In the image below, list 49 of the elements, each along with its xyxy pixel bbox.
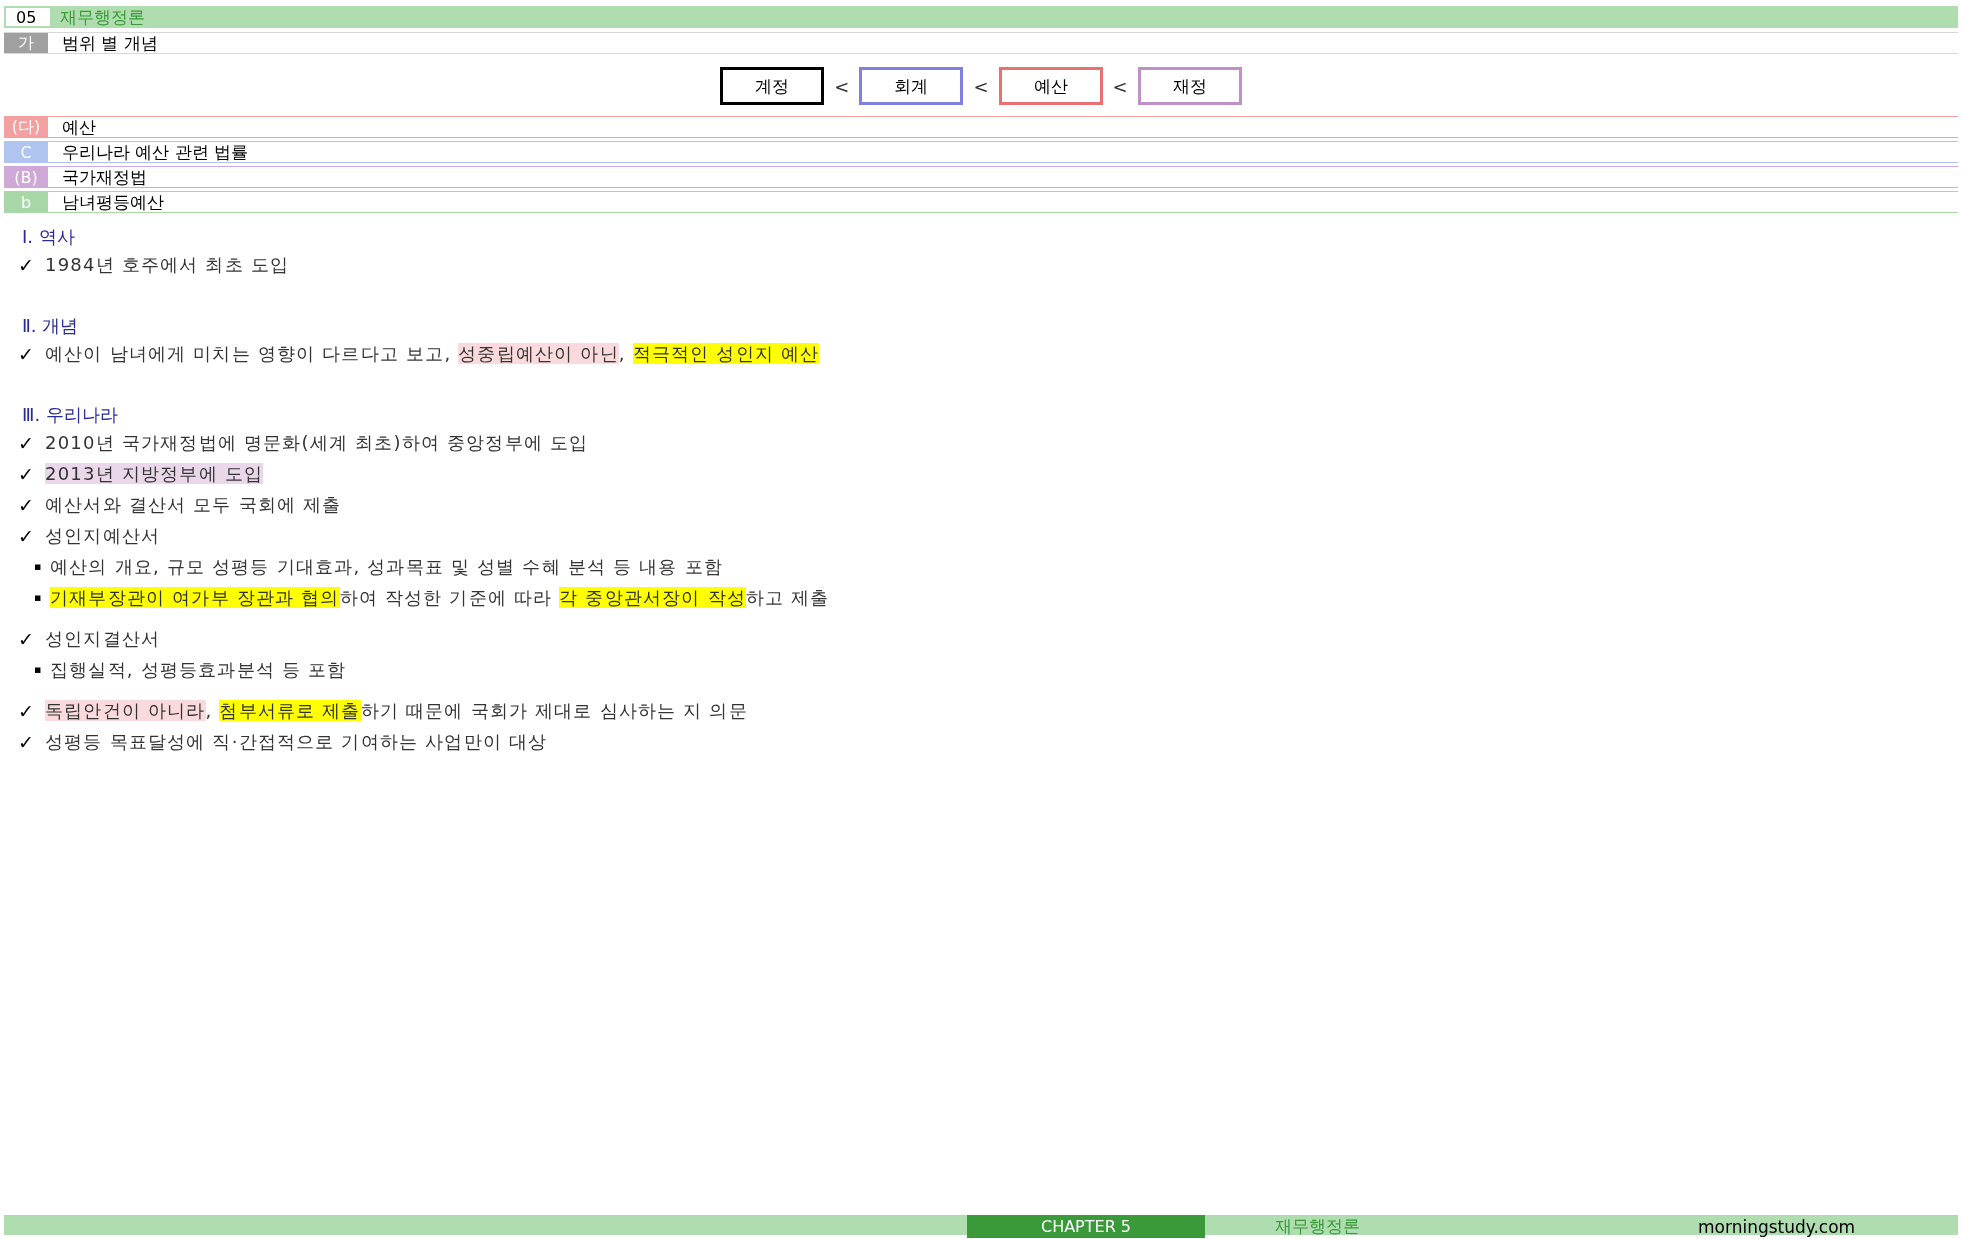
list-item-text: 1984년 호주에서 최초 도입 bbox=[45, 252, 290, 277]
check-mark-icon: ✓ bbox=[18, 524, 45, 547]
chapter-label: CHAPTER 5 bbox=[967, 1215, 1205, 1238]
scope-label: 재정 bbox=[1137, 67, 1242, 105]
section-heading: Ⅰ. 역사 bbox=[22, 225, 76, 249]
list-item-text: 예산의 개요, 규모 성평등 기대효과, 성과목표 및 성별 수혜 분석 등 내용 포함 bbox=[50, 554, 723, 579]
check-mark-icon: ✓ bbox=[18, 342, 45, 365]
list-item-text: 기재부장관이 여가부 장관과 협의하여 작성한 기준에 따라 각 중앙관서장이 작성하고 제출 bbox=[50, 585, 830, 610]
scope-label: 예산 bbox=[998, 67, 1103, 105]
check-mark-icon: ✓ bbox=[18, 493, 45, 516]
topic-tag: (B) bbox=[4, 167, 48, 187]
list-item-text: 2010년 국가재정법에 명문화(세계 최초)하여 중앙정부에 도입 bbox=[45, 430, 589, 455]
list-item-text: 성인지결산서 bbox=[45, 626, 161, 651]
list-item-text: 성평등 목표달성에 직·간접적으로 기여하는 사업만이 대상 bbox=[45, 729, 548, 754]
bullet-icon: ▪ bbox=[34, 591, 50, 604]
check-mark-icon: ✓ bbox=[18, 730, 45, 753]
topic-tag: (다) bbox=[4, 117, 48, 137]
check-mark-icon: ✓ bbox=[18, 431, 45, 454]
bullet-icon: ▪ bbox=[34, 560, 50, 573]
less-than-sign: < bbox=[1112, 75, 1128, 97]
list-item-text: 집행실적, 성평등효과분석 등 포함 bbox=[50, 657, 347, 682]
topic-title: 남녀평등예산 bbox=[62, 190, 164, 214]
list-item-text: 독립안건이 아니라, 첨부서류로 제출하기 때문에 국회가 제대로 심사하는 지 의문 bbox=[45, 698, 748, 723]
subheading-title: 범위 별 개념 bbox=[62, 31, 158, 55]
section-heading: Ⅲ. 우리나라 bbox=[22, 403, 119, 427]
bullet-icon: ▪ bbox=[34, 663, 50, 676]
list-item-text: 예산서와 결산서 모두 국회에 제출 bbox=[45, 492, 342, 517]
site-name: morningstudy.com bbox=[1698, 1216, 1857, 1237]
topic-title: 우리나라 예산 관련 법률 bbox=[62, 140, 249, 164]
chapter-title: 재무행정론 bbox=[60, 5, 145, 29]
topic-tag: C bbox=[4, 142, 48, 162]
topic-tag: b bbox=[4, 192, 48, 212]
chapter-number: 05 bbox=[6, 8, 50, 26]
list-item-text: 성인지예산서 bbox=[45, 523, 161, 548]
list-item-text: 2013년 지방정부에 도입 bbox=[45, 461, 264, 486]
scope-label: 계정 bbox=[720, 67, 825, 105]
topic-title: 국가재정법 bbox=[62, 165, 147, 189]
less-than-sign: < bbox=[834, 75, 850, 97]
list-item-text: 예산이 남녀에게 미치는 영향이 다르다고 보고, 성중립예산이 아닌, 적극적인 성인지 예산 bbox=[45, 341, 820, 366]
subheading-tag: 가 bbox=[4, 33, 48, 53]
footer-subject: 재무행정론 bbox=[1274, 1215, 1361, 1238]
check-mark-icon: ✓ bbox=[18, 699, 45, 722]
section-heading: Ⅱ. 개념 bbox=[22, 314, 80, 338]
less-than-sign: < bbox=[973, 75, 989, 97]
scope-label: 회계 bbox=[859, 67, 964, 105]
check-mark-icon: ✓ bbox=[18, 627, 45, 650]
check-mark-icon: ✓ bbox=[18, 462, 45, 485]
topic-title: 예산 bbox=[62, 115, 96, 139]
check-mark-icon: ✓ bbox=[18, 253, 45, 276]
